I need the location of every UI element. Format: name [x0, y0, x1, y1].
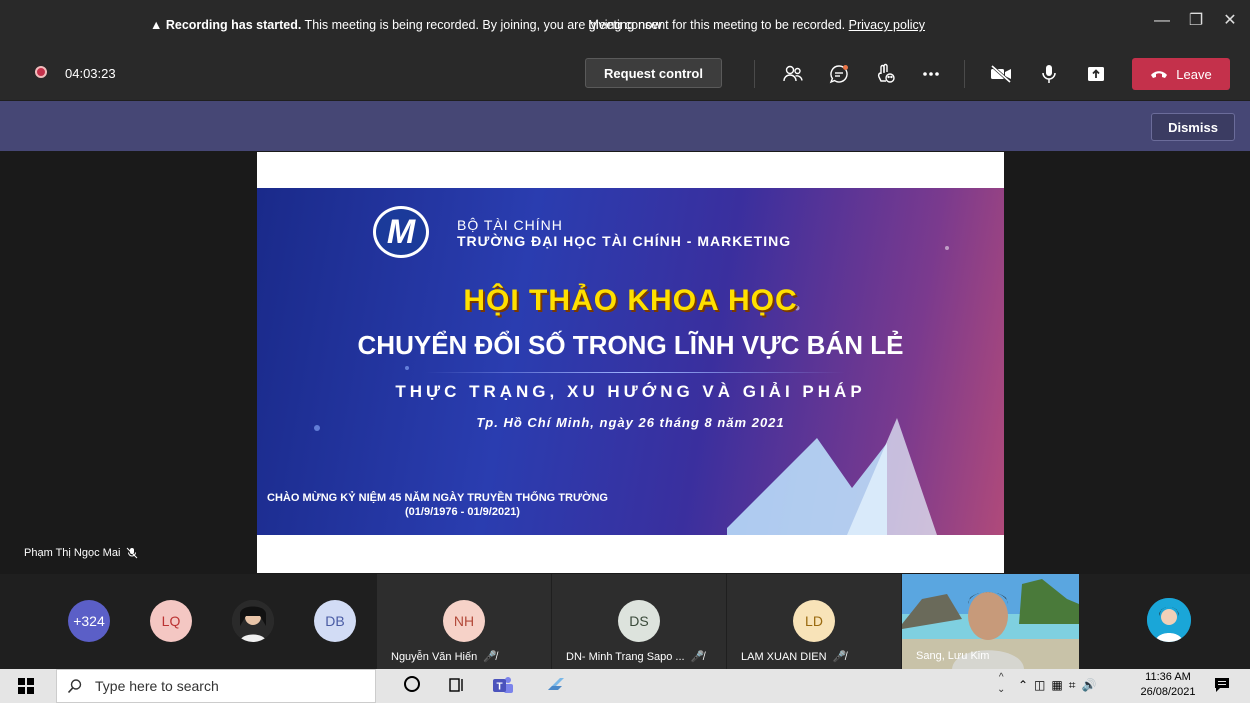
system-tray-icons[interactable]: ⌃◫▦⌗🔊 [1018, 678, 1102, 693]
warning-icon: ▲ [150, 18, 163, 32]
mic-muted-icon: 🎤̸ [832, 651, 847, 663]
participant-tile[interactable]: DS DN- Minh Trang Sapo ... 🎤̸ [552, 574, 726, 669]
clock-date: 26/08/2021 [1140, 686, 1196, 698]
participant-name: LAM XUAN DIEN [741, 650, 827, 663]
participant-avatar[interactable]: LQ [150, 600, 192, 642]
slide-anniversary-dates: (01/9/1976 - 01/9/2021) [405, 506, 520, 518]
recording-started-label: Recording has started. [165, 18, 302, 32]
request-control-button[interactable]: Request control [585, 58, 722, 88]
participant-avatar: DS [618, 600, 660, 642]
privacy-policy-link[interactable]: Privacy policy [849, 18, 925, 32]
search-placeholder: Type here to search [95, 678, 219, 694]
recording-indicator-icon [35, 66, 47, 78]
restore-button[interactable]: ❐ [1182, 10, 1210, 32]
taskbar-clock[interactable]: 11:36 AM 26/08/2021 [1130, 670, 1206, 700]
windows-start-icon[interactable] [18, 678, 34, 699]
participant-name-tag: DN- Minh Trang Sapo ... 🎤̸ [566, 650, 705, 664]
slide-university: TRƯỜNG ĐẠI HỌC TÀI CHÍNH - MARKETING [457, 233, 792, 249]
participant-name: Sang, Lưu Kim [916, 650, 990, 662]
slide-anniversary: CHÀO MỪNG KỶ NIỆM 45 NĂM NGÀY TRUYỀN THỐ… [267, 492, 608, 504]
more-participants-badge[interactable]: +324 [68, 600, 110, 642]
meeting-timer: 04:03:23 [65, 66, 116, 81]
notifications-icon[interactable] [1214, 677, 1230, 698]
mic-muted-icon: 🎤̸ [483, 651, 497, 663]
chat-icon[interactable] [825, 60, 853, 88]
participant-name: Nguyễn Văn Hiến [391, 650, 478, 663]
hang-up-icon [1151, 71, 1168, 78]
mic-muted-icon: 🎤̸ [690, 651, 705, 663]
participant-tile[interactable]: NH Nguyễn Văn Hiến 🎤̸ [377, 574, 551, 669]
show-hidden-icons-icon[interactable]: ^ ⌄ [997, 672, 1005, 696]
participant-photo-avatar[interactable] [1147, 598, 1191, 642]
search-icon [67, 679, 82, 694]
svg-text:T: T [496, 682, 502, 693]
slide-subheadline: CHUYỂN ĐỔI SỐ TRONG LĨNH VỰC BÁN LẺ [357, 330, 904, 360]
university-logo-icon: M [373, 206, 429, 258]
slide-date-line: Tp. Hồ Chí Minh, ngày 26 tháng 8 năm 202… [476, 415, 785, 430]
participant-avatar[interactable]: DB [314, 600, 356, 642]
mic-icon[interactable] [1035, 60, 1063, 88]
minimize-button[interactable]: — [1148, 10, 1176, 32]
recording-consent-text: This meeting is being recorded. By joini… [301, 18, 849, 32]
app-taskbar-icon[interactable] [546, 676, 566, 699]
slide-headline: HỘI THẢO KHOA HỌC [463, 284, 798, 317]
reactions-icon[interactable] [872, 60, 900, 88]
task-view-icon[interactable] [449, 676, 465, 699]
slide-divider [425, 372, 845, 373]
taskbar-search-box[interactable]: Type here to search [56, 669, 376, 703]
cortana-icon[interactable] [404, 676, 420, 692]
participant-name-tag: LAM XUAN DIEN 🎤̸ [741, 650, 847, 664]
mic-muted-icon [127, 547, 138, 559]
slide-ministry: BỘ TÀI CHÍNH [457, 217, 563, 233]
participant-tile[interactable]: LD LAM XUAN DIEN 🎤̸ [727, 574, 901, 669]
shared-slide: M BỘ TÀI CHÍNH TRƯỜNG ĐẠI HỌC TÀI CHÍNH … [257, 188, 1004, 535]
dismiss-button[interactable]: Dismiss [1151, 113, 1235, 141]
leave-label: Leave [1176, 66, 1212, 82]
participant-video-tile[interactable]: Sang, Lưu Kim [902, 574, 1079, 669]
presenter-name-tag: Phạm Thị Ngọc Mai [24, 547, 138, 559]
participant-name-tag: Nguyễn Văn Hiến 🎤̸ [391, 650, 497, 664]
participant-avatar: LD [793, 600, 835, 642]
teams-taskbar-icon[interactable]: T [492, 674, 514, 701]
recording-banner-text: ▲ Recording has started. This meeting is… [150, 18, 925, 32]
participants-icon[interactable] [779, 60, 807, 88]
close-button[interactable]: ✕ [1216, 10, 1244, 32]
camera-off-icon[interactable] [987, 60, 1015, 88]
more-icon[interactable] [917, 60, 945, 88]
toolbar-divider [964, 60, 965, 88]
participant-name-tag: Sang, Lưu Kim [916, 650, 989, 662]
clock-time: 11:36 AM [1145, 671, 1191, 683]
participant-name: DN- Minh Trang Sapo ... [566, 650, 685, 663]
slide-tagline: THỰC TRẠNG, XU HƯỚNG VÀ GIẢI PHÁP [395, 382, 866, 401]
share-screen-icon[interactable] [1082, 60, 1110, 88]
recording-banner [0, 101, 1250, 151]
presenter-name: Phạm Thị Ngọc Mai [24, 547, 121, 559]
toolbar-divider [754, 60, 755, 88]
participant-avatar: NH [443, 600, 485, 642]
leave-button[interactable]: Leave [1132, 58, 1230, 90]
participant-photo-avatar[interactable] [232, 600, 274, 642]
